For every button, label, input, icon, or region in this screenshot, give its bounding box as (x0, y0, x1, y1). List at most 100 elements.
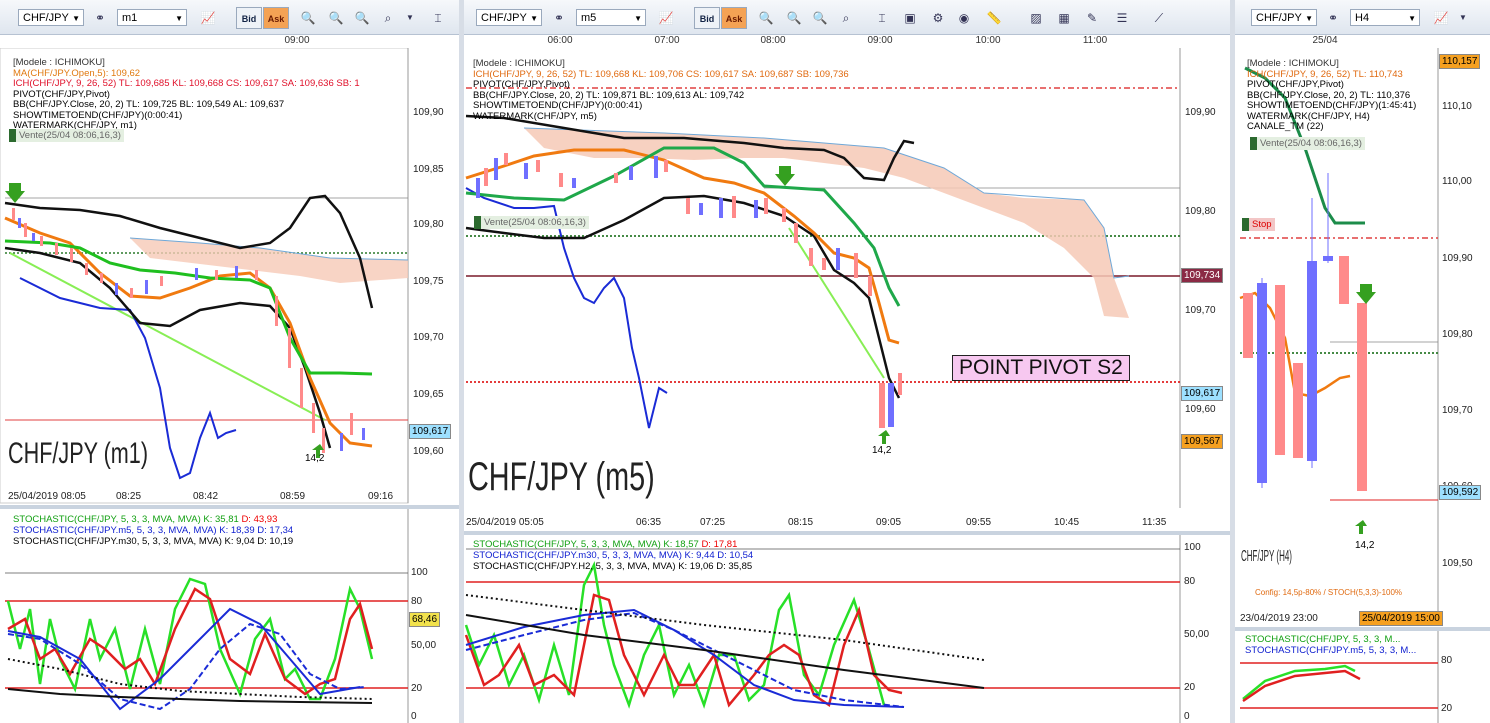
toolbar: CHF/JPY ▼ ⚭ m5 ▼ 📈 Bid Ask 🔍 🔍 🔍 ⌕ ⌶ ▣ ⚙ ◉… (464, 0, 1230, 35)
price-tag: 109,617 (409, 424, 452, 439)
timeframe-select[interactable]: H4 ▼ (1350, 9, 1420, 26)
symbol-select[interactable]: CHF/JPY ▼ (476, 9, 542, 26)
fibo-icon[interactable]: ⟋ (1149, 8, 1169, 28)
settings-icon[interactable]: ⚙ (928, 8, 948, 28)
sell-order-label[interactable]: Vente(25/04 08:06,16,3) (1250, 137, 1365, 150)
time-tick: 23/04/2019 23:00 (1240, 613, 1318, 624)
bid-button[interactable]: Bid (236, 7, 262, 29)
time-tick: 08:59 (280, 491, 306, 502)
ask-button[interactable]: Ask (263, 7, 289, 29)
chevron-down-icon: ▼ (1305, 14, 1313, 23)
symbol-select[interactable]: CHF/JPY ▼ (1251, 9, 1317, 26)
stoch-d: D: 10,54 (717, 550, 754, 561)
arrow-label: 14,2 (305, 453, 325, 464)
cursor-icon[interactable]: ⌶ (428, 8, 448, 28)
symbol-select[interactable]: CHF/JPY ▼ (18, 9, 84, 26)
sell-order-label[interactable]: Vente(25/04 08:06,16,3) (9, 129, 124, 142)
arrow-label: 14,2 (872, 445, 892, 456)
stoch-name: STOCHASTIC(CHF/JPY.m5, 5, 3, 3, MVA, MVA… (13, 525, 217, 536)
symbol-value: CHF/JPY (481, 12, 527, 24)
time-tick: 09:55 (966, 517, 992, 528)
legend-line: SHOWTIMETOEND(CHF/JPY)(1:45:41) (1247, 100, 1417, 111)
watermark: CHF/JPY (H4) (1241, 548, 1292, 565)
y-tick: 0 (1184, 711, 1190, 722)
y-tick: 50,00 (411, 640, 437, 651)
chart-type-icon[interactable]: 📈 (656, 8, 676, 28)
ruler-icon[interactable]: 📏 (984, 8, 1004, 28)
screenshot-icon[interactable]: ▣ (900, 8, 920, 28)
time-tick: 09:16 (368, 491, 394, 502)
stoch-d: D: 17,34 (257, 525, 294, 536)
chart-window-h4[interactable]: CHF/JPY ▼ ⚭ H4 ▼ 📈 ▼ 25/04 [Modele: ICH… (1235, 0, 1490, 723)
time-tick: 07:00 (654, 35, 680, 46)
zoom-out-icon[interactable]: 🔍 (326, 8, 346, 28)
bid-button[interactable]: Bid (694, 7, 720, 29)
picture-icon[interactable]: ▨ (1026, 8, 1046, 28)
globe-icon[interactable]: ◉ (954, 8, 974, 28)
y-tick: 20 (1441, 703, 1453, 714)
chevron-down-icon: ▼ (175, 14, 183, 23)
stoch-k: K: 19,06 (678, 561, 714, 572)
legend-line: BB(CHF/JPY.Close, 20, 2) TL: 109,725 BL:… (13, 99, 285, 110)
y-tick: 80 (1184, 576, 1196, 587)
dropdown-icon[interactable]: ▼ (1453, 8, 1473, 28)
time-tick: 11:35 (1142, 517, 1167, 528)
chart-window-m5[interactable]: CHF/JPY ▼ ⚭ m5 ▼ 📈 Bid Ask 🔍 🔍 🔍 ⌕ ⌶ ▣ ⚙ ◉… (464, 0, 1230, 723)
toolbar: CHF/JPY ▼ ⚭ m1 ▼ 📈 Bid Ask 🔍 🔍 🔍 ⌕ ▼ ⌶ (0, 0, 459, 35)
legend-line: PIVOT(CHF/JPY,Pivot) (473, 79, 570, 90)
lines-icon[interactable]: ☰ (1112, 8, 1132, 28)
link-icon[interactable]: ⚭ (90, 8, 110, 28)
zoom-out-icon[interactable]: 🔍 (784, 8, 804, 28)
legend-line: CANALE_TM (22) (1247, 121, 1324, 132)
y-tick: 20 (411, 683, 423, 694)
time-tick: 11:00 (1082, 35, 1108, 46)
stoch-line: STOCHASTIC(CHF/JPY.m30, 5, 3, 3, MVA, MV… (13, 536, 293, 547)
chart-type-icon[interactable]: 📈 (1431, 8, 1451, 28)
top-time-axis: 09:00 (0, 35, 410, 47)
time-tick: 08:25 (116, 491, 142, 502)
stoch-name: STOCHASTIC(CHF/JPY, 5, 3, 3, MVA, MVA) (473, 539, 661, 550)
sell-order-label[interactable]: Vente(25/04 08:06,16,3) (474, 216, 589, 229)
zoom-fit-icon[interactable]: 🔍 (352, 8, 372, 28)
time-tick: 10:45 (1054, 517, 1080, 528)
draw-tools-icon[interactable]: ✎ (1082, 8, 1102, 28)
timeframe-select[interactable]: m1 ▼ (117, 9, 187, 26)
zoom-fit-icon[interactable]: 🔍 (810, 8, 830, 28)
stoch-d: D: 43,93 (241, 514, 278, 525)
stop-order-label[interactable]: Stop (1242, 218, 1275, 231)
y-tick: 109,80 (1185, 206, 1216, 217)
link-icon[interactable]: ⚭ (1323, 8, 1343, 28)
calendar-icon[interactable]: ▦ (1054, 8, 1074, 28)
indicator-legend: [Modele : ICHIMOKU] ICH(CHF/JPY, 9, 26, … (473, 58, 849, 122)
y-tick: 109,70 (413, 332, 444, 343)
stoch-k: K: 9,04 (224, 536, 255, 547)
y-tick: 109,90 (1442, 253, 1473, 264)
chart-window-m1[interactable]: CHF/JPY ▼ ⚭ m1 ▼ 📈 Bid Ask 🔍 🔍 🔍 ⌕ ▼ ⌶ 09:… (0, 0, 459, 723)
link-icon[interactable]: ⚭ (549, 8, 569, 28)
timeframe-select[interactable]: m5 ▼ (576, 9, 646, 26)
y-tick: 109,70 (1185, 305, 1216, 316)
legend-line: SHOWTIMETOEND(CHF/JPY)(0:00:41) (473, 100, 643, 111)
indicator-legend: [Modele : ICHIMOKU] MA(CHF/JPY.Open,5): … (13, 57, 360, 132)
y-tick: 100 (1184, 542, 1201, 553)
stoch-line: STOCHASTIC(CHF/JPY.m30, 5, 3, 3, MVA, MV… (473, 550, 753, 561)
anchor-icon[interactable]: ⌶ (872, 8, 892, 28)
stoch-name: STOCHASTIC(CHF/JPY.m30, 5, 3, 3, MVA, MV… (473, 550, 682, 561)
legend-line: [Modele : ICHIMOKU] (473, 58, 565, 69)
zoom-in-icon[interactable]: 🔍 (756, 8, 776, 28)
chart-type-icon[interactable]: 📈 (198, 8, 218, 28)
top-time-axis: 25/04 (1235, 35, 1435, 47)
price-tag: 109,592 (1439, 485, 1482, 500)
zoom-range-icon[interactable]: ⌕ (378, 8, 398, 28)
dropdown-icon[interactable]: ▼ (400, 8, 420, 28)
zoom-in-icon[interactable]: 🔍 (298, 8, 318, 28)
stoch-k: K: 18,39 (219, 525, 255, 536)
legend-line: ICH(CHF/JPY, 9, 26, 52) TL: 109,685 KL: … (13, 78, 360, 89)
y-tick: 80 (1441, 655, 1453, 666)
y-tick: 0 (411, 711, 417, 722)
zoom-range-icon[interactable]: ⌕ (836, 8, 856, 28)
ask-button[interactable]: Ask (721, 7, 747, 29)
y-tick: 109,65 (413, 389, 444, 400)
price-tag: 110,157 (1439, 54, 1481, 69)
time-tick: 25/04/2019 08:05 (8, 491, 86, 502)
